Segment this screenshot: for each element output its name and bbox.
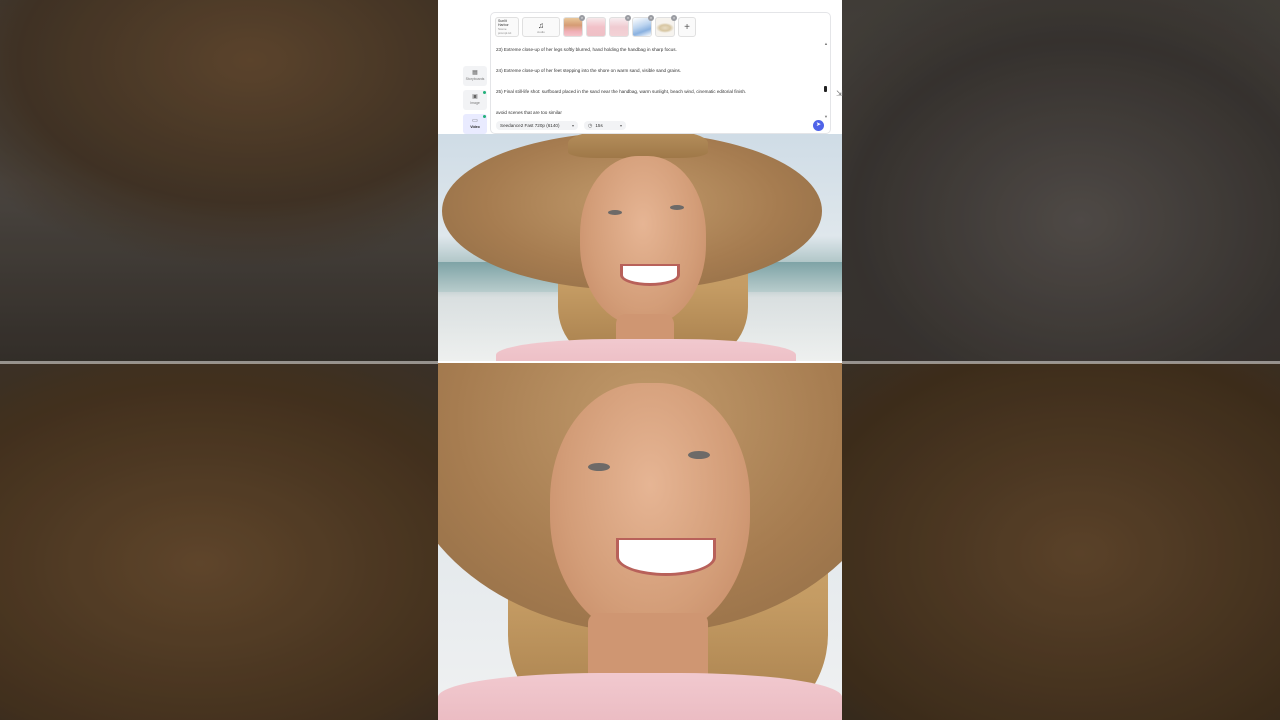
- duration-value: 15s: [595, 123, 603, 128]
- left-eye: [588, 463, 610, 471]
- prompt-line: 23) Extreme close-up of her legs softly …: [496, 47, 677, 52]
- sidebar-item-image[interactable]: ▣ Image: [463, 90, 487, 110]
- prompt-line: 25) Final still-life shot: surfboard pla…: [496, 89, 747, 94]
- dress-front-reference-thumbnail[interactable]: [586, 17, 606, 37]
- generated-frame-top: [438, 134, 842, 361]
- smile: [616, 538, 716, 576]
- hat-crown: [568, 134, 708, 158]
- chevron-down-icon: ▾: [619, 123, 622, 128]
- video-icon: ▭: [472, 118, 478, 124]
- remove-icon[interactable]: ×: [625, 15, 631, 21]
- clock-icon: ◷: [588, 122, 593, 129]
- prompt-editor: Sunlit Harbor Scene prompt.txt ♫ Audio ×…: [490, 12, 831, 134]
- face: [580, 156, 706, 326]
- dress-back-reference-thumbnail[interactable]: ×: [609, 15, 631, 37]
- sidebar-item-label: Storyboards: [465, 77, 485, 81]
- prompt-line: 24) Extreme close-up of her feet steppin…: [496, 68, 682, 73]
- pink-top: [496, 339, 796, 361]
- scrollbar-thumb[interactable]: [824, 86, 827, 92]
- reference-strip: Sunlit Harbor Scene prompt.txt ♫ Audio ×…: [495, 15, 696, 37]
- remove-icon[interactable]: ×: [648, 15, 654, 21]
- smile: [620, 264, 680, 286]
- right-eye: [670, 205, 684, 210]
- reference-title: Sunlit Harbor: [498, 19, 509, 27]
- generated-frame-bottom: [438, 363, 842, 720]
- audio-label: Audio: [537, 29, 545, 34]
- model-select[interactable]: Seedance2 Fast 720p (6140) ▾: [496, 121, 578, 130]
- duration-select[interactable]: ◷ 15s ▾: [584, 121, 626, 130]
- generation-controls: Seedance2 Fast 720p (6140) ▾ ◷ 15s ▾: [496, 121, 626, 130]
- left-eye: [608, 210, 622, 215]
- sidebar-item-label: Video: [470, 125, 480, 129]
- music-icon: ♫: [538, 20, 544, 30]
- scroll-up-icon[interactable]: ▲: [824, 41, 828, 46]
- status-dot: [483, 91, 486, 94]
- reference-filename: Scene prompt.txt: [498, 27, 512, 35]
- text-reference-card[interactable]: Sunlit Harbor Scene prompt.txt: [495, 17, 519, 37]
- send-icon: ➤: [815, 122, 822, 128]
- editor-panel: ▦ Storyboards ▣ Image ▭ Video Sunlit Har…: [438, 0, 842, 134]
- pink-top: [438, 673, 842, 720]
- remove-icon[interactable]: ×: [671, 15, 677, 21]
- add-reference-button[interactable]: +: [678, 17, 696, 37]
- sidebar-item-storyboards[interactable]: ▦ Storyboards: [463, 66, 487, 86]
- image-icon: ▣: [472, 94, 478, 100]
- status-dot: [483, 115, 486, 118]
- woman-reference-thumbnail[interactable]: ×: [563, 15, 585, 37]
- right-eye: [688, 451, 710, 459]
- sidebar-item-video[interactable]: ▭ Video: [463, 114, 487, 134]
- scroll-down-icon[interactable]: ▼: [824, 114, 828, 119]
- prompt-text[interactable]: 23) Extreme close-up of her legs softly …: [496, 47, 816, 131]
- storyboard-icon: ▦: [472, 70, 478, 76]
- prompt-line: avoid scenes that are too similar: [496, 110, 562, 115]
- hat-reference-thumbnail[interactable]: ×: [655, 15, 677, 37]
- face: [550, 383, 750, 638]
- vertical-video-frame: ▦ Storyboards ▣ Image ▭ Video Sunlit Har…: [438, 0, 842, 720]
- handbag-reference-thumbnail[interactable]: ×: [632, 15, 654, 37]
- tool-sidebar: ▦ Storyboards ▣ Image ▭ Video: [463, 66, 487, 138]
- cursor-icon: ⇲: [836, 89, 843, 98]
- prompt-scrollbar[interactable]: ▲ ▼: [824, 41, 828, 119]
- chevron-down-icon: ▾: [571, 123, 574, 128]
- model-value: Seedance2 Fast 720p (6140): [500, 123, 560, 128]
- sidebar-item-label: Image: [470, 101, 480, 105]
- send-button[interactable]: ➤: [813, 120, 824, 131]
- remove-icon[interactable]: ×: [579, 15, 585, 21]
- audio-reference-card[interactable]: ♫ Audio: [522, 17, 560, 37]
